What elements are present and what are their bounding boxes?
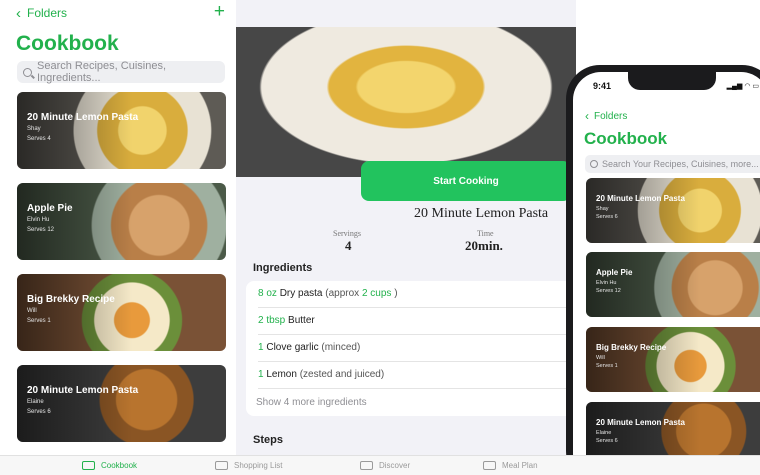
recipe-card-author: Will xyxy=(27,308,37,314)
divider xyxy=(258,307,576,308)
ingredient-qty: 8 oz xyxy=(258,288,277,299)
servings-value: 4 xyxy=(345,238,352,253)
ingredient-name: Butter xyxy=(288,315,315,326)
start-cooking-button[interactable]: Start Cooking xyxy=(361,161,571,201)
recipe-card-author: Elvin Hu xyxy=(596,280,617,286)
recipe-card-title: 20 Minute Lemon Pasta xyxy=(596,194,685,203)
time-label: Time xyxy=(477,229,494,238)
recipe-card-title: 20 Minute Lemon Pasta xyxy=(27,385,139,396)
recipe-card[interactable]: 20 Minute Lemon Pasta Shay Serves 4 xyxy=(17,92,226,169)
search-input[interactable]: Search Recipes, Cuisines, Ingredients... xyxy=(17,60,225,84)
ingredient-row: 1 Lemon (zested and juiced) xyxy=(258,369,384,380)
ingredient-name: Dry pasta xyxy=(279,288,323,299)
recipe-card-serves: Serves 12 xyxy=(27,227,55,233)
book-icon xyxy=(82,461,95,470)
divider xyxy=(258,388,576,389)
recipe-card-serves: Serves 6 xyxy=(27,409,51,415)
ingredient-note-qty: 2 cups xyxy=(361,288,392,299)
time-value: 20min. xyxy=(465,238,503,253)
tab-cookbook[interactable]: Cookbook xyxy=(82,461,137,470)
recipe-card[interactable]: Apple Pie Elvin Hu Serves 12 xyxy=(586,252,760,317)
search-placeholder: Search Your Recipes, Cuisines, more... xyxy=(602,159,759,169)
iphone-screen: 9:41 ▂▄▆ ◠ ▭ ‹ Folders Cookbook Search Y… xyxy=(573,72,760,475)
tab-shopping-list[interactable]: Shopping List xyxy=(215,461,282,470)
page-title: Cookbook xyxy=(584,129,668,148)
recipe-card-title: 20 Minute Lemon Pasta xyxy=(27,112,139,123)
tab-meal-plan[interactable]: Meal Plan xyxy=(483,461,538,470)
recipe-card-title: Apple Pie xyxy=(27,203,73,214)
recipe-card[interactable]: 20 Minute Lemon Pasta Shay Serves 6 xyxy=(586,178,760,243)
recipe-title: 20 Minute Lemon Pasta xyxy=(414,206,549,221)
recipe-card-serves: Serves 1 xyxy=(596,363,618,369)
servings-label: Servings xyxy=(333,229,361,238)
recipe-card-serves: Serves 6 xyxy=(596,438,618,444)
ingredient-row: 2 tbsp Butter xyxy=(258,315,315,326)
recipe-card[interactable]: Big Brekky Recipe Will Serves 1 xyxy=(586,327,760,392)
show-more-ingredients-link[interactable]: Show 4 more ingredients xyxy=(256,397,367,408)
cart-icon xyxy=(215,461,228,470)
tab-bar: Cookbook Shopping List Discover Meal Pla… xyxy=(0,455,760,475)
divider xyxy=(258,334,576,335)
folders-back-label: Folders xyxy=(27,6,68,20)
ingredient-note-end: ) xyxy=(394,288,398,299)
meal-plan-icon xyxy=(483,461,496,470)
ingredient-qty: 2 tbsp xyxy=(258,315,286,326)
recipe-detail: ⇪ ▭ ⋯ Start Cooking 20 Minute Lemon Past… xyxy=(236,0,576,455)
search-icon xyxy=(23,67,32,77)
ingredient-name: Clove garlic xyxy=(266,342,319,353)
recipe-card-author: Shay xyxy=(27,126,41,132)
divider xyxy=(258,361,576,362)
search-placeholder: Search Recipes, Cuisines, Ingredients... xyxy=(37,60,167,84)
recipe-hero-image xyxy=(236,27,576,177)
folders-back-button[interactable]: ‹ Folders xyxy=(585,109,627,123)
dynamic-island xyxy=(628,72,716,90)
tab-label: Discover xyxy=(379,461,411,470)
recipe-card[interactable]: Apple Pie Elvin Hu Serves 12 xyxy=(17,183,226,260)
ingredient-row: 8 oz Dry pasta (approx 2 cups ) xyxy=(258,288,398,299)
recipe-card[interactable]: 20 Minute Lemon Pasta Elaine Serves 6 xyxy=(17,365,226,442)
status-icons: ▂▄▆ ◠ ▭ xyxy=(726,83,759,90)
ingredient-note: (minced) xyxy=(321,342,361,353)
recipe-card-author: Will xyxy=(596,355,605,361)
recipe-card-title: 20 Minute Lemon Pasta xyxy=(596,418,685,427)
recipe-sidebar: ‹ Folders + Cookbook Search Recipes, Cui… xyxy=(8,0,235,475)
recipe-card-title: Apple Pie xyxy=(596,268,633,277)
ingredient-row: 1 Clove garlic (minced) xyxy=(258,342,360,353)
recipe-card-title: Big Brekky Recipe xyxy=(27,294,115,305)
search-input[interactable]: Search Your Recipes, Cuisines, more... xyxy=(585,155,760,173)
page-title: Cookbook xyxy=(16,32,119,55)
recipe-card-author: Elaine xyxy=(596,430,612,436)
recipe-card-serves: Serves 6 xyxy=(596,214,618,220)
ingredient-qty: 1 xyxy=(258,342,264,353)
ingredients-list: 8 oz Dry pasta (approx 2 cups ) 2 tbsp B… xyxy=(246,281,576,416)
recipe-card-serves: Serves 4 xyxy=(27,136,51,142)
chevron-left-icon: ‹ xyxy=(585,109,589,123)
steps-heading: Steps xyxy=(253,434,283,446)
folders-back-button[interactable]: ‹ Folders xyxy=(16,4,67,22)
ingredient-qty: 1 xyxy=(258,369,264,380)
recipe-card-author: Elvin Hu xyxy=(27,217,50,223)
recipe-card-author: Shay xyxy=(596,206,609,212)
tab-label: Cookbook xyxy=(101,461,138,470)
discover-icon xyxy=(360,461,373,470)
tab-label: Shopping List xyxy=(234,461,283,470)
ingredient-note: (zested and juiced) xyxy=(299,369,385,380)
search-icon xyxy=(590,160,598,168)
ingredients-heading: Ingredients xyxy=(253,262,313,274)
status-time: 9:41 xyxy=(593,81,612,91)
chevron-left-icon: ‹ xyxy=(16,4,21,22)
recipe-card-serves: Serves 1 xyxy=(27,318,51,324)
plus-icon[interactable]: + xyxy=(214,2,225,21)
folders-back-label: Folders xyxy=(594,110,628,122)
tab-label: Meal Plan xyxy=(502,461,538,470)
screen-root: ‹ Folders + Cookbook Search Recipes, Cui… xyxy=(0,0,760,475)
recipe-card-serves: Serves 12 xyxy=(596,288,621,294)
iphone-device: 9:41 ▂▄▆ ◠ ▭ ‹ Folders Cookbook Search Y… xyxy=(566,65,760,475)
recipe-card[interactable]: Big Brekky Recipe Will Serves 1 xyxy=(17,274,226,351)
recipe-card-author: Elaine xyxy=(27,399,44,405)
tab-discover[interactable]: Discover xyxy=(360,461,410,470)
ingredient-name: Lemon xyxy=(266,369,297,380)
recipe-card-title: Big Brekky Recipe xyxy=(596,343,667,352)
ingredient-note: (approx xyxy=(325,288,360,299)
